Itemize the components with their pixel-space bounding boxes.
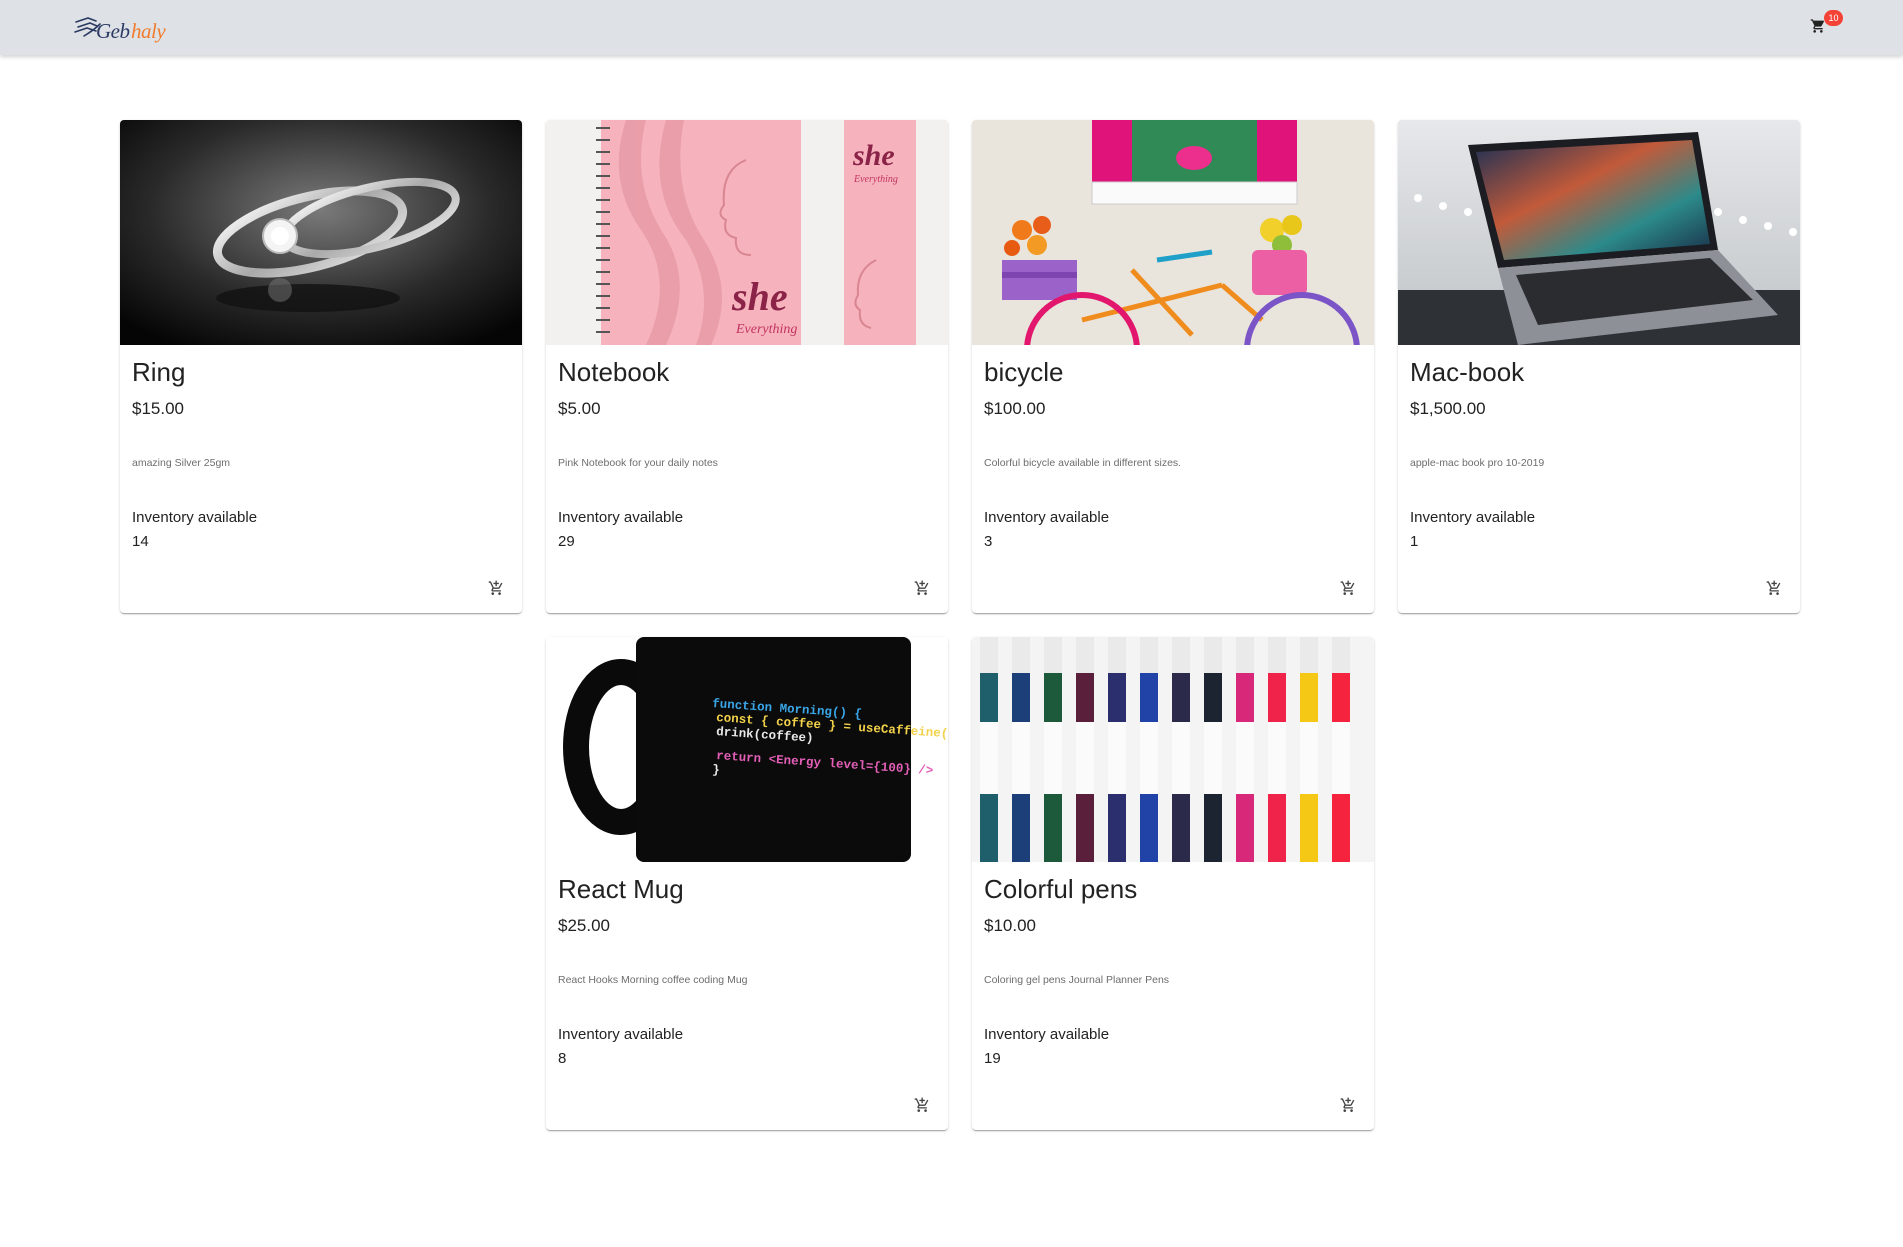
product-price: $1,500.00 xyxy=(1410,399,1486,418)
notebook-art-bookmark-everything: Everything xyxy=(853,174,898,185)
product-description: apple-mac book pro 10-2019 xyxy=(1410,457,1545,469)
brand-logo[interactable]: Geb haly xyxy=(74,12,184,46)
inventory-value: 29 xyxy=(558,533,575,550)
notebook-art-bookmark-she: she xyxy=(852,139,895,172)
inventory-value: 19 xyxy=(984,1050,1001,1067)
cart-button[interactable]: 10 xyxy=(1808,10,1843,39)
product-title: React Mug xyxy=(558,874,684,904)
product-title: Ring xyxy=(132,357,186,387)
product-title: Mac-book xyxy=(1410,357,1525,387)
product-card-react-mug: function Morning() { const { coffee } = … xyxy=(546,637,948,1130)
product-description: Colorful bicycle available in different … xyxy=(984,457,1182,469)
add-shopping-cart-icon xyxy=(1340,580,1355,595)
add-shopping-cart-icon xyxy=(914,1097,929,1112)
inventory-value: 3 xyxy=(984,533,993,550)
logo-text-part-geb: Geb xyxy=(96,19,130,43)
inventory-value: 14 xyxy=(132,533,149,550)
add-shopping-cart-icon xyxy=(1766,580,1781,595)
product-price: $25.00 xyxy=(558,916,610,935)
product-image-notebook: she Everything she Everything xyxy=(546,120,948,345)
add-to-cart-button[interactable] xyxy=(1336,576,1360,600)
notebook-art-word-she: she xyxy=(731,274,788,319)
notebook-art-word-everything: Everything xyxy=(735,322,797,337)
product-description: amazing Silver 25gm xyxy=(132,457,231,469)
inventory-value: 1 xyxy=(1410,533,1419,550)
product-card-notebook: she Everything she Everything Notebook $… xyxy=(546,120,948,613)
product-price: $5.00 xyxy=(558,399,601,418)
product-price: $100.00 xyxy=(984,399,1046,418)
add-shopping-cart-icon xyxy=(914,580,929,595)
inventory-value: 8 xyxy=(558,1050,567,1067)
add-to-cart-button[interactable] xyxy=(910,1093,934,1117)
product-title: bicycle xyxy=(984,357,1064,387)
product-description: React Hooks Morning coffee coding Mug xyxy=(558,974,748,986)
product-price: $10.00 xyxy=(984,916,1036,935)
add-to-cart-button[interactable] xyxy=(1336,1093,1360,1117)
inventory-label: Inventory available xyxy=(984,509,1110,526)
add-shopping-cart-icon xyxy=(488,580,503,595)
product-title: Notebook xyxy=(558,357,670,387)
product-image-react-mug: function Morning() { const { coffee } = … xyxy=(546,637,948,862)
add-to-cart-button[interactable] xyxy=(484,576,508,600)
product-card-bicycle: bicycle $100.00 Colorful bicycle availab… xyxy=(972,120,1374,613)
cart-count-badge: 10 xyxy=(1824,10,1843,26)
product-description: Pink Notebook for your daily notes xyxy=(558,457,718,469)
inventory-label: Inventory available xyxy=(1410,509,1536,526)
product-image-macbook xyxy=(1398,120,1800,345)
product-title: Colorful pens xyxy=(984,874,1138,904)
product-image-colorful-pens xyxy=(972,637,1374,862)
product-card-colorful-pens: Colorful pens $10.00 Coloring gel pens J… xyxy=(972,637,1374,1130)
product-image-ring xyxy=(120,120,522,345)
app-bar: Geb haly 10 xyxy=(0,0,1903,55)
add-to-cart-button[interactable] xyxy=(1762,576,1786,600)
product-price: $15.00 xyxy=(132,399,184,418)
product-card-ring: Ring $15.00 amazing Silver 25gm Inventor… xyxy=(120,120,522,613)
logo-text-part-haly: haly xyxy=(131,19,166,43)
inventory-label: Inventory available xyxy=(984,1026,1110,1043)
product-description: Coloring gel pens Journal Planner Pens xyxy=(984,974,1170,986)
inventory-label: Inventory available xyxy=(558,1026,684,1043)
mug-code-line-5: } xyxy=(712,763,720,777)
add-to-cart-button[interactable] xyxy=(910,576,934,600)
inventory-label: Inventory available xyxy=(558,509,684,526)
product-card-macbook: Mac-book $1,500.00 apple-mac book pro 10… xyxy=(1398,120,1800,613)
inventory-label: Inventory available xyxy=(132,509,258,526)
product-image-bicycle xyxy=(972,120,1374,345)
add-shopping-cart-icon xyxy=(1340,1097,1355,1112)
